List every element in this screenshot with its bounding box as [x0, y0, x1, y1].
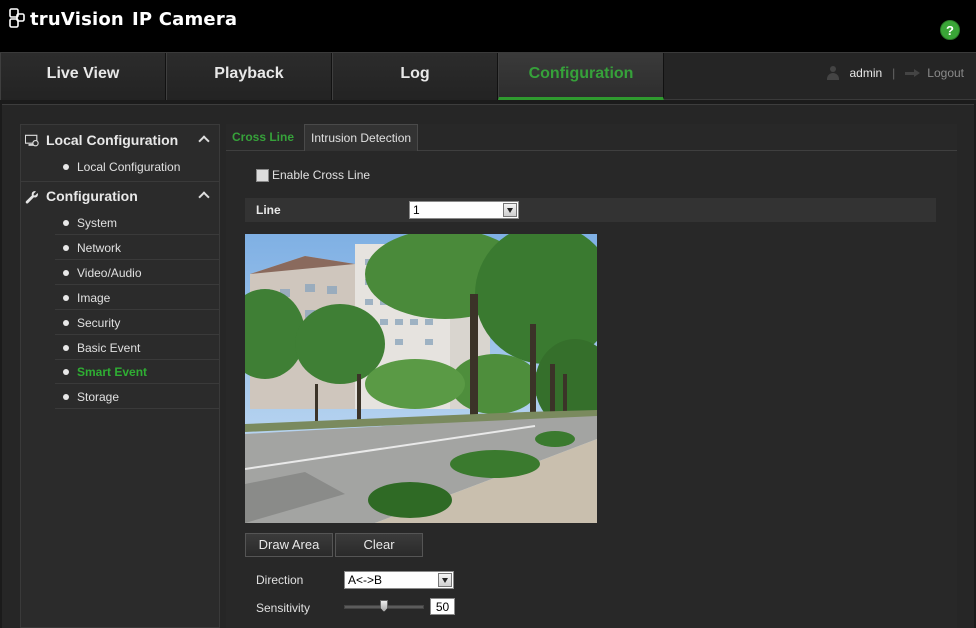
sidebar-item-video-audio[interactable]: Video/Audio: [55, 261, 219, 285]
sensitivity-value[interactable]: 50: [430, 598, 455, 615]
line-row: Line 1: [245, 198, 936, 222]
direction-select[interactable]: A<->B: [344, 571, 454, 589]
collapse-chevron-icon[interactable]: [199, 134, 209, 144]
tab-live-view[interactable]: Live View: [0, 53, 166, 100]
main-panel: Cross Line Intrusion Detection Enable Cr…: [226, 124, 957, 628]
tab-log[interactable]: Log: [332, 53, 498, 100]
sidebar-group-label: Local Configuration: [46, 132, 179, 148]
sensitivity-label: Sensitivity: [256, 601, 311, 615]
camera-scene-image: [245, 234, 597, 523]
sidebar-item-label: System: [77, 216, 118, 230]
sidebar-item-label: Video/Audio: [77, 266, 142, 280]
clear-button[interactable]: Clear: [335, 533, 423, 557]
chevron-down-icon: [503, 203, 517, 217]
sidebar-item-image[interactable]: Image: [55, 286, 219, 310]
brand-name: truVision: [30, 8, 124, 30]
tab-playback[interactable]: Playback: [166, 53, 332, 100]
sidebar-item-system[interactable]: System: [55, 211, 219, 235]
bullet-icon: [63, 295, 69, 301]
wrench-icon: [25, 191, 38, 204]
draw-area-button[interactable]: Draw Area: [245, 533, 333, 557]
tab-configuration[interactable]: Configuration: [498, 53, 664, 100]
sidebar-item-label: Basic Event: [77, 341, 141, 355]
bullet-icon: [63, 245, 69, 251]
divider: [21, 181, 219, 182]
sidebar-item-smart-event[interactable]: Smart Event: [55, 360, 219, 384]
sidebar-group-configuration[interactable]: Configuration: [21, 184, 219, 210]
direction-label: Direction: [256, 573, 304, 587]
enable-cross-line-label: Enable Cross Line: [272, 168, 371, 182]
app-header: truVision IP Camera ?: [0, 0, 976, 52]
user-icon: [825, 66, 841, 80]
logout-link[interactable]: Logout: [927, 66, 964, 80]
sub-tab-bar: Cross Line Intrusion Detection: [226, 124, 957, 151]
divider: |: [892, 66, 896, 80]
enable-cross-line-row: Enable Cross Line: [256, 168, 370, 182]
sidebar-item-network[interactable]: Network: [55, 236, 219, 260]
truvision-logo-icon: [9, 8, 25, 28]
sensitivity-slider-handle[interactable]: [380, 600, 388, 612]
sidebar-item-label: Security: [77, 316, 121, 330]
main-nav: Live View Playback Log Configuration adm…: [0, 52, 976, 100]
sidebar-item-storage[interactable]: Storage: [55, 385, 219, 409]
bullet-icon: [63, 394, 69, 400]
logout-icon[interactable]: [905, 68, 921, 78]
bullet-icon: [63, 369, 69, 375]
sidebar-item-label: Smart Event: [77, 365, 148, 379]
sidebar-item-basic-event[interactable]: Basic Event: [55, 336, 219, 360]
sidebar-item-label: Storage: [77, 390, 120, 404]
user-area: admin | Logout: [825, 66, 964, 80]
sidebar-item-label: Network: [77, 241, 122, 255]
direction-select-value: A<->B: [348, 573, 383, 587]
collapse-chevron-icon[interactable]: [199, 190, 209, 200]
local-config-icon: [25, 134, 39, 147]
line-select-value: 1: [413, 203, 420, 217]
help-icon[interactable]: ?: [940, 20, 960, 40]
sidebar-item-security[interactable]: Security: [55, 311, 219, 335]
camera-preview[interactable]: [245, 234, 597, 523]
sidebar-item-local-configuration[interactable]: Local Configuration: [55, 155, 219, 179]
bullet-icon: [63, 220, 69, 226]
line-label: Line: [256, 203, 281, 217]
app-logo: truVision IP Camera: [8, 8, 237, 30]
line-select[interactable]: 1: [409, 201, 519, 219]
bullet-icon: [63, 345, 69, 351]
tab-intrusion-detection[interactable]: Intrusion Detection: [304, 124, 419, 151]
sidebar: Local Configuration Local Configuration …: [20, 124, 220, 628]
enable-cross-line-checkbox[interactable]: [256, 168, 269, 182]
product-name: IP Camera: [131, 8, 238, 30]
bullet-icon: [63, 270, 69, 276]
chevron-down-icon: [438, 573, 452, 587]
sidebar-item-label: Local Configuration: [77, 160, 181, 174]
sidebar-group-local-configuration[interactable]: Local Configuration: [21, 128, 219, 154]
sidebar-item-label: Image: [77, 291, 111, 305]
tab-cross-line[interactable]: Cross Line: [226, 124, 300, 151]
bullet-icon: [63, 164, 69, 170]
username: admin: [849, 66, 883, 80]
bullet-icon: [63, 320, 69, 326]
sidebar-group-label: Configuration: [46, 188, 138, 204]
